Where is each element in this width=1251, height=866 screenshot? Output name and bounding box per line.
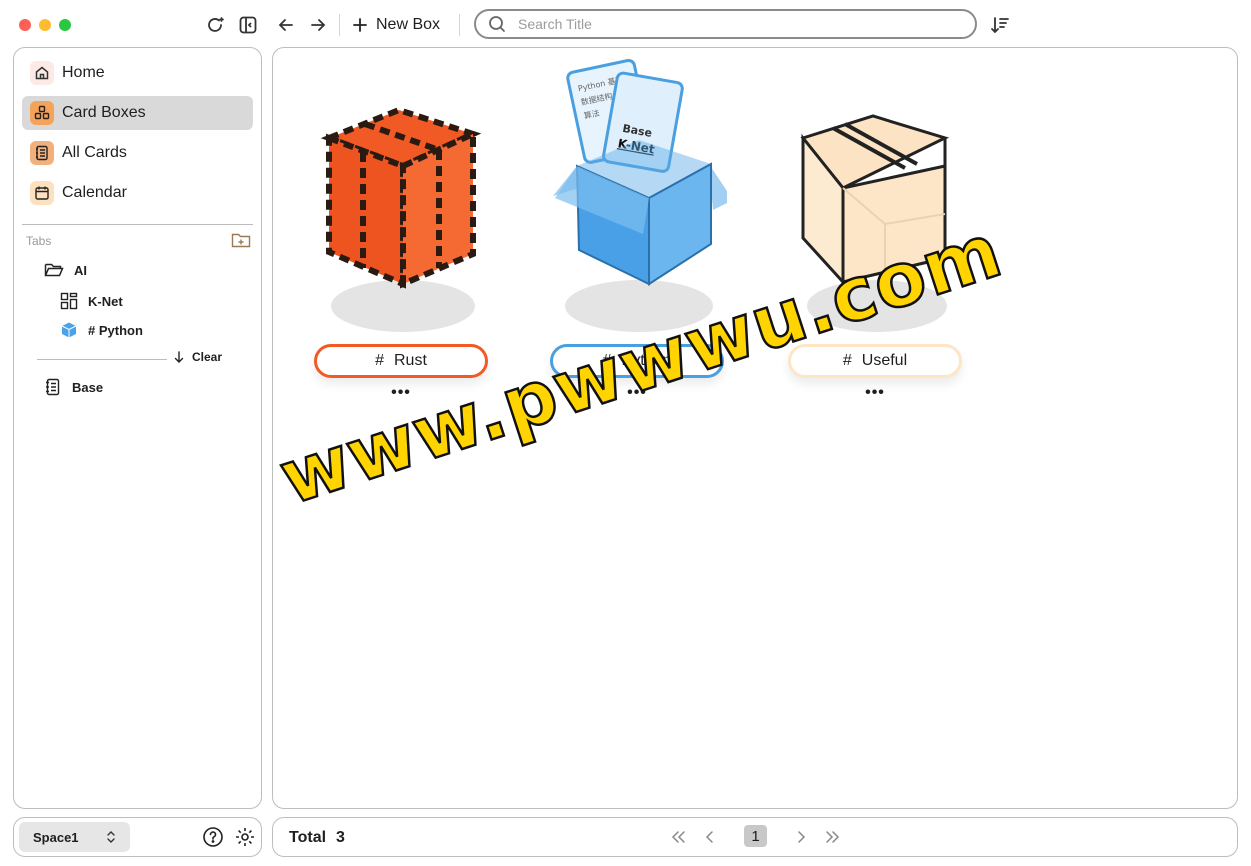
clear-button[interactable]: Clear bbox=[174, 350, 222, 364]
more-options-icon[interactable]: ••• bbox=[855, 384, 895, 402]
box-label-pill[interactable]: # Rust bbox=[314, 344, 488, 378]
tree-item-knet[interactable]: K-Net bbox=[60, 292, 123, 310]
box-card-rust[interactable]: # Rust ••• bbox=[311, 48, 491, 418]
search-bar[interactable] bbox=[474, 9, 977, 39]
rust-box-icon bbox=[320, 106, 482, 332]
nav-item-card-boxes[interactable]: Card Boxes bbox=[22, 96, 253, 130]
first-page-icon[interactable] bbox=[667, 826, 689, 848]
grid-icon bbox=[60, 292, 78, 310]
close-window-button[interactable] bbox=[19, 19, 31, 31]
plus-icon bbox=[353, 18, 367, 32]
add-folder-icon[interactable] bbox=[231, 231, 253, 253]
sidebar-divider bbox=[22, 224, 253, 225]
tree-divider bbox=[37, 359, 167, 360]
next-page-icon[interactable] bbox=[790, 826, 812, 848]
space-name: Space1 bbox=[33, 829, 79, 845]
nav-item-all-cards[interactable]: All Cards bbox=[22, 136, 253, 170]
total-value: 3 bbox=[336, 829, 345, 846]
tree-folder-ai[interactable]: AI bbox=[44, 262, 87, 278]
nav-item-label: All Cards bbox=[62, 144, 127, 161]
last-page-icon[interactable] bbox=[822, 826, 844, 848]
new-box-button[interactable]: New Box bbox=[352, 12, 440, 38]
pagination-bar: Total 3 1 bbox=[272, 817, 1238, 857]
toolbar-divider bbox=[459, 14, 460, 36]
folder-open-icon bbox=[44, 263, 64, 277]
chevron-updown-icon bbox=[107, 831, 115, 843]
total-label: Total bbox=[289, 829, 327, 846]
nav-item-home[interactable]: Home bbox=[22, 56, 253, 90]
space-selector[interactable]: Space1 bbox=[19, 822, 130, 852]
nav-item-calendar[interactable]: Calendar bbox=[22, 176, 253, 210]
card-boxes-icon bbox=[30, 101, 54, 125]
clear-label: Clear bbox=[192, 350, 223, 364]
total-count: Total 3 bbox=[289, 829, 345, 847]
tree-label: AI bbox=[74, 262, 87, 278]
tree-label: # Python bbox=[88, 322, 143, 338]
home-icon bbox=[30, 61, 54, 85]
tree-label: K-Net bbox=[88, 293, 123, 309]
nav-item-label: Card Boxes bbox=[62, 104, 146, 121]
back-arrow-icon[interactable] bbox=[274, 13, 298, 37]
sidebar-toggle-icon[interactable] bbox=[236, 13, 260, 37]
minimize-window-button[interactable] bbox=[39, 19, 51, 31]
gear-icon[interactable] bbox=[234, 826, 256, 848]
space-panel: Space1 bbox=[13, 817, 262, 857]
tree-item-base[interactable]: Base bbox=[44, 378, 103, 396]
hash-symbol: # bbox=[842, 352, 852, 369]
calendar-icon bbox=[30, 181, 54, 205]
sidebar: Home Card Boxes All Cards Calendar Tabs … bbox=[13, 47, 262, 809]
tree-item-python[interactable]: # Python bbox=[60, 321, 143, 339]
python-box-icon: Python 基础 数据结构 算法 Base K-Net bbox=[553, 58, 727, 332]
help-icon[interactable] bbox=[202, 826, 224, 848]
current-page-button[interactable]: 1 bbox=[744, 825, 767, 847]
search-icon bbox=[489, 16, 505, 32]
toolbar-divider bbox=[339, 14, 340, 36]
refresh-sparkle-icon[interactable] bbox=[204, 13, 228, 37]
hash-symbol: # bbox=[375, 352, 384, 369]
arrow-down-icon bbox=[174, 351, 184, 363]
box-title: Useful bbox=[861, 352, 908, 369]
tabs-section-label: Tabs bbox=[26, 234, 52, 248]
tree-label: Base bbox=[72, 379, 104, 395]
sort-icon[interactable] bbox=[988, 13, 1012, 37]
previous-page-icon[interactable] bbox=[699, 826, 721, 848]
blue-box-icon bbox=[61, 322, 77, 338]
notebook-icon bbox=[46, 378, 60, 396]
box-title: Rust bbox=[394, 352, 427, 369]
nav-item-label: Home bbox=[62, 64, 105, 81]
new-box-label: New Box bbox=[376, 16, 441, 33]
forward-arrow-icon[interactable] bbox=[306, 13, 330, 37]
notebook-icon bbox=[30, 141, 54, 165]
zoom-window-button[interactable] bbox=[59, 19, 71, 31]
search-input[interactable] bbox=[516, 15, 960, 33]
nav-item-label: Calendar bbox=[62, 184, 127, 201]
